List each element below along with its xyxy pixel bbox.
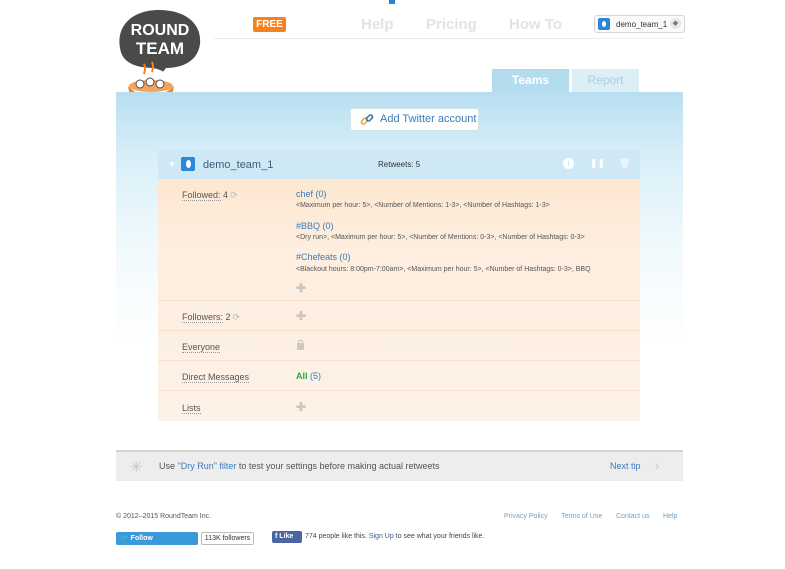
free-badge[interactable]: FREE	[253, 17, 286, 32]
tab-report[interactable]: Report	[572, 69, 639, 92]
chain-link-icon	[360, 114, 374, 125]
followed-item-title[interactable]: chef (0)	[296, 189, 327, 199]
facebook-icon: f	[275, 533, 278, 540]
everyone-label[interactable]: Everyone	[182, 342, 221, 353]
team-panel: ▼ demo_team_1 Retweets: 5 i ❚❚ 🗑 Followe…	[158, 150, 640, 421]
twitter-bird-icon: 🐦	[120, 535, 129, 542]
team-name[interactable]: demo_team_1	[203, 159, 273, 171]
nav-help[interactable]: Help	[361, 16, 394, 33]
tip-star-icon: ✳	[130, 459, 143, 476]
followed-label[interactable]: Followed: 4 ⟳	[182, 190, 238, 201]
direct-messages-label[interactable]: Direct Messages	[182, 372, 250, 383]
team-header[interactable]: ▼ demo_team_1 Retweets: 5 i ❚❚ 🗑	[158, 150, 640, 179]
followers-label[interactable]: Followers: 2 ⟳	[182, 312, 240, 323]
row-divider	[158, 390, 640, 391]
tip-text: Use "Dry Run" filter to test your settin…	[159, 461, 440, 471]
followed-item-desc: <Maximum per hour: 5>, <Number of Mentio…	[296, 202, 550, 209]
logo-text-team: TEAM	[136, 39, 184, 58]
refresh-icon: ⟳	[230, 190, 238, 200]
followed-item-title[interactable]: #Chefeats (0)	[296, 252, 351, 262]
add-twitter-account-label: Add Twitter account	[380, 113, 477, 125]
followed-item-desc: <Blackout hours: 8:00pm-7:00am>, <Maximu…	[296, 266, 591, 273]
nav-pricing[interactable]: Pricing	[426, 16, 477, 33]
user-menu[interactable]: demo_team_1 ◆	[594, 15, 685, 33]
add-followed-icon[interactable]: ✚	[296, 281, 306, 295]
tab-teams[interactable]: Teams	[492, 69, 569, 92]
settings-icon[interactable]: ◆	[670, 18, 681, 29]
add-twitter-account-button[interactable]: Add Twitter account	[350, 108, 479, 131]
top-indicator	[389, 0, 395, 4]
trash-icon[interactable]: 🗑	[619, 158, 630, 169]
chevron-right-icon[interactable]: ›	[655, 458, 659, 473]
footer-link-terms[interactable]: Terms of Use	[561, 513, 602, 520]
header-divider	[214, 38, 684, 39]
add-list-icon[interactable]: ✚	[296, 400, 306, 414]
followed-item-desc: <Dry run>, <Maximum per hour: 5>, <Numbe…	[296, 234, 585, 241]
facebook-signup-link[interactable]: Sign Up	[369, 533, 394, 540]
footer-link-help[interactable]: Help	[663, 513, 677, 520]
footer-link-privacy[interactable]: Privacy Policy	[504, 513, 548, 520]
dry-run-filter-link[interactable]: "Dry Run" filter	[178, 461, 237, 471]
refresh-icon: ⟳	[232, 312, 241, 322]
nav-how-to[interactable]: How To	[509, 16, 562, 33]
logo-text-round: ROUND	[131, 22, 190, 39]
facebook-like-text: 774 people like this. Sign Up to see wha…	[305, 533, 485, 540]
user-avatar-icon	[598, 18, 610, 30]
copyright: © 2012–2015 RoundTeam Inc.	[116, 513, 212, 520]
followed-item-title[interactable]: #BBQ (0)	[296, 221, 334, 231]
facebook-like-button[interactable]: f Like	[272, 531, 302, 543]
direct-messages-all-link[interactable]: All (5)	[296, 371, 321, 381]
retweets-count: Retweets: 5	[378, 160, 421, 169]
pause-icon[interactable]: ❚❚	[590, 158, 605, 169]
add-follower-icon[interactable]: ✚	[296, 309, 306, 323]
lock-icon	[297, 340, 304, 350]
row-divider	[158, 360, 640, 361]
row-divider	[158, 300, 640, 301]
lists-label[interactable]: Lists	[182, 403, 201, 414]
footer-link-contact[interactable]: Contact us	[616, 513, 649, 520]
collapse-caret-icon[interactable]: ▼	[168, 160, 176, 169]
twitter-follow-button[interactable]: 🐦 Follow @RoundTeam	[116, 532, 198, 555]
row-divider	[158, 330, 640, 331]
team-avatar-icon	[181, 157, 195, 171]
tip-bar: ✳ Use "Dry Run" filter to test your sett…	[116, 450, 683, 481]
next-tip-link[interactable]: Next tip	[610, 461, 641, 471]
info-icon[interactable]: i	[563, 158, 574, 169]
twitter-followers-count: 113K followers	[201, 532, 254, 545]
user-name: demo_team_1	[616, 20, 668, 29]
